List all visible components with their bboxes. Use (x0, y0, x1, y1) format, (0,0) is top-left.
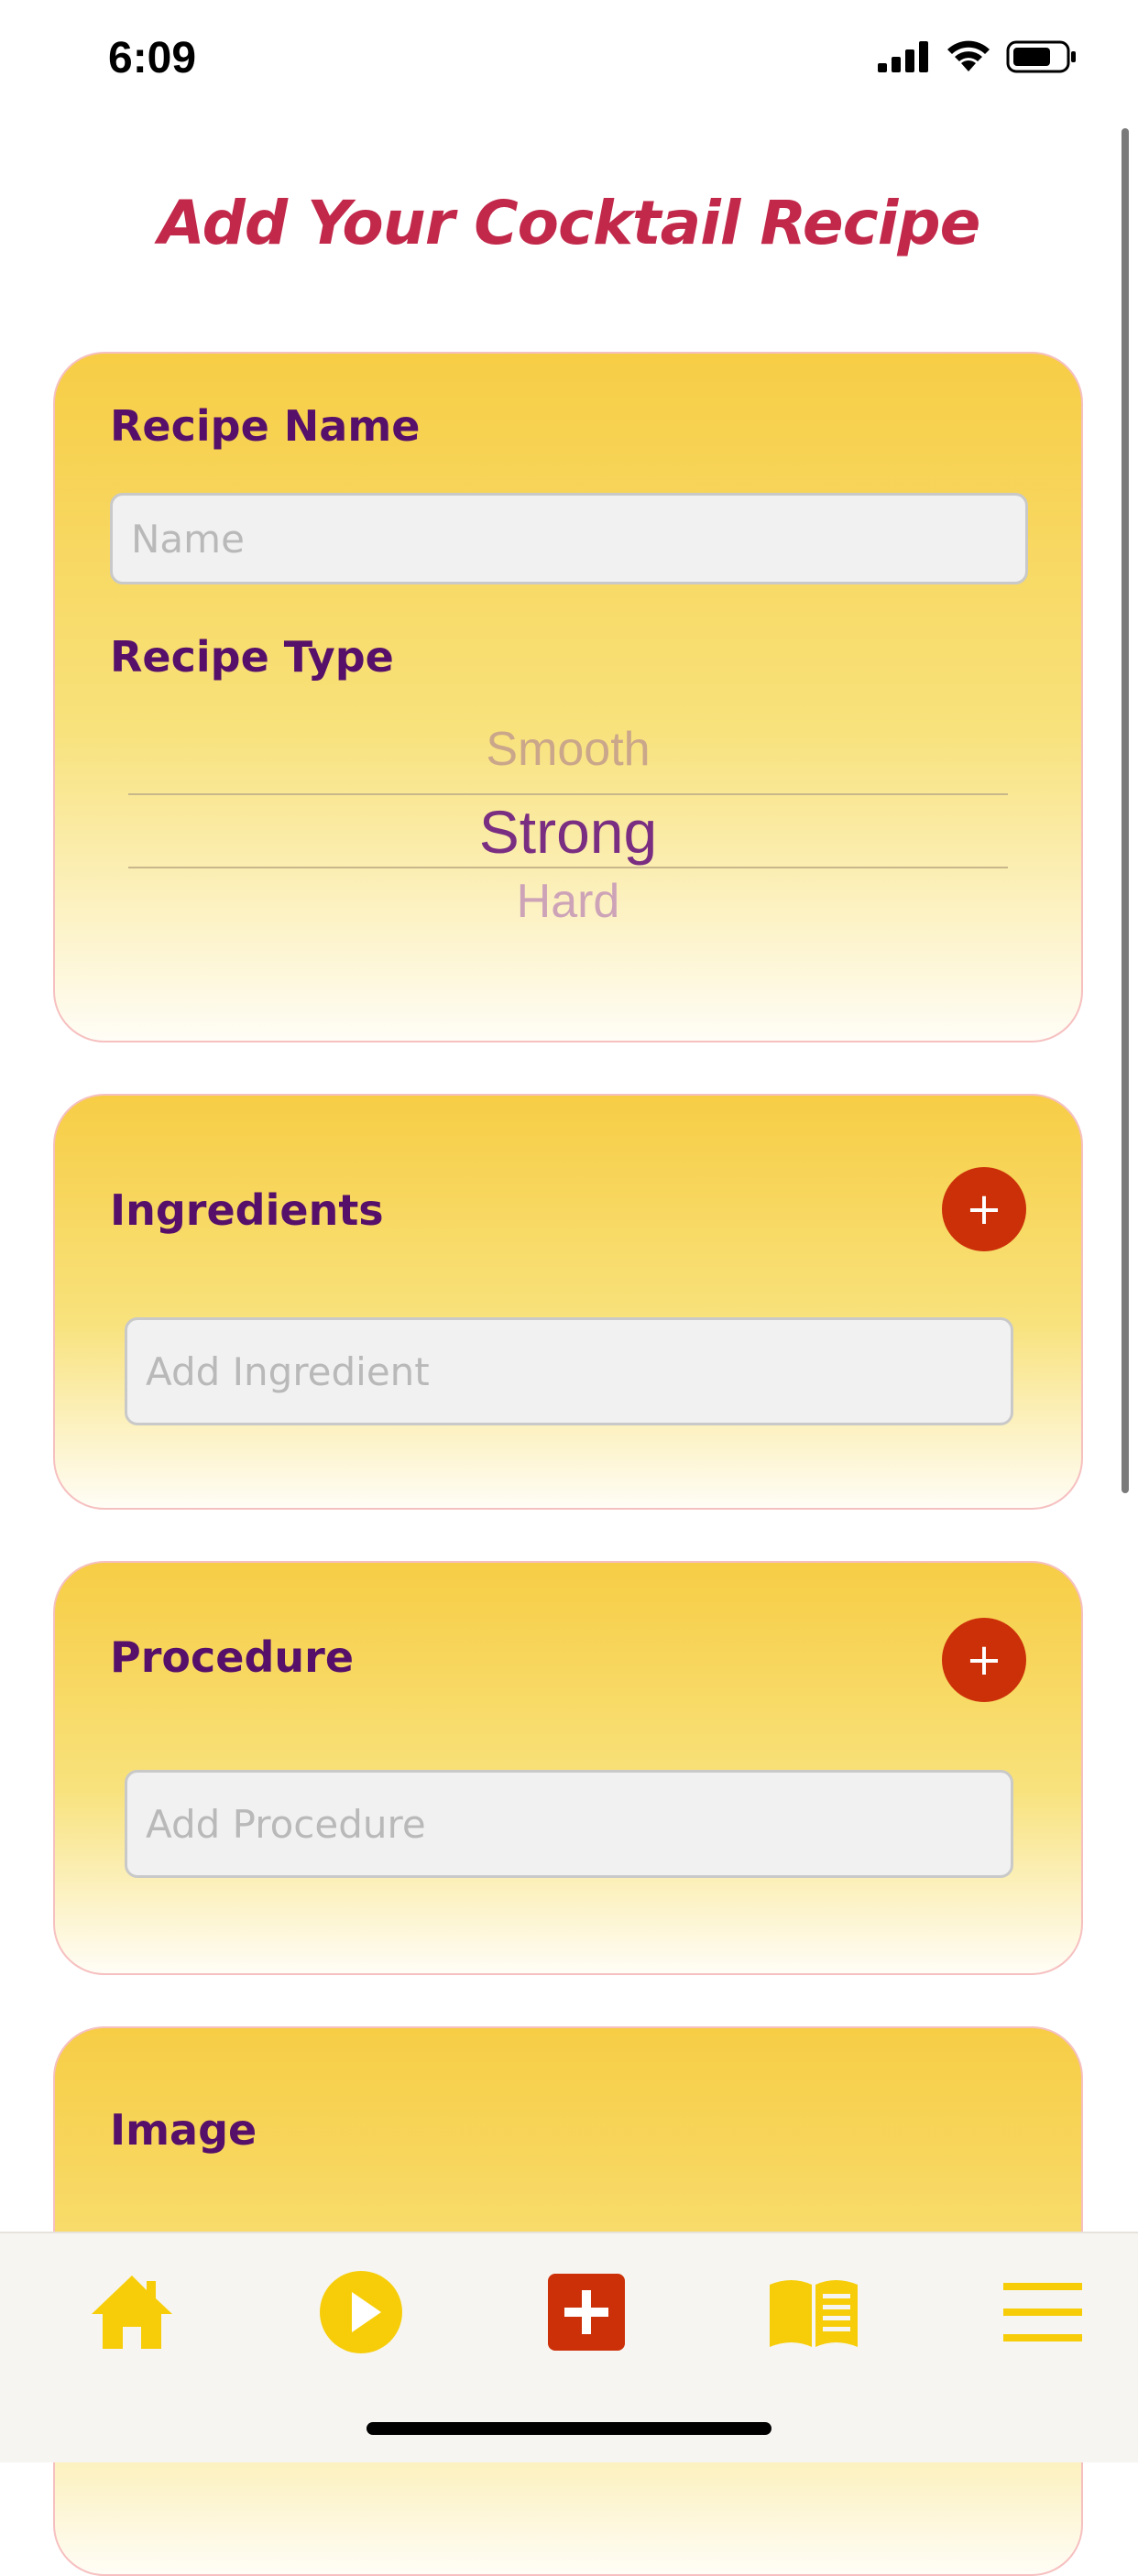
status-bar: 6:09 (0, 0, 1138, 119)
cellular-signal-icon (878, 41, 928, 72)
picker-option-selected[interactable]: Strong (128, 797, 1008, 867)
play-icon (320, 2271, 402, 2353)
add-procedure-button[interactable]: + (942, 1618, 1026, 1702)
recipe-name-input[interactable] (110, 493, 1028, 584)
picker-option-below[interactable]: Hard (128, 874, 1008, 929)
procedure-label: Procedure (110, 1632, 355, 1682)
picker-option-above[interactable]: Smooth (128, 722, 1008, 777)
recipe-name-label: Recipe Name (110, 401, 421, 451)
tab-home[interactable] (86, 2266, 178, 2358)
home-icon (92, 2276, 172, 2349)
menu-icon (1003, 2283, 1082, 2341)
status-time: 6:09 (108, 34, 197, 82)
ingredients-label: Ingredients (110, 1185, 384, 1235)
add-ingredient-button[interactable]: + (942, 1167, 1026, 1251)
picker-bottom-divider (128, 867, 1008, 868)
scrollbar[interactable] (1122, 128, 1129, 1493)
recipe-card: Recipe Name Recipe Type Smooth Strong Ha… (53, 352, 1083, 1042)
add-procedure-input[interactable] (125, 1770, 1013, 1878)
tab-menu[interactable] (997, 2266, 1089, 2358)
image-label: Image (110, 2105, 257, 2155)
page-title: Add Your Cocktail Recipe (158, 188, 981, 258)
book-icon (770, 2280, 858, 2347)
ingredients-card: Ingredients + (53, 1094, 1083, 1510)
recipe-type-label: Recipe Type (110, 632, 394, 682)
tab-play[interactable] (315, 2266, 407, 2358)
battery-icon (1006, 40, 1076, 73)
add-icon (548, 2274, 625, 2351)
picker-top-divider (128, 793, 1008, 795)
tab-add[interactable] (541, 2266, 632, 2358)
add-ingredient-input[interactable] (125, 1317, 1013, 1425)
wifi-icon (947, 40, 990, 71)
home-indicator[interactable] (367, 2422, 771, 2435)
procedure-card: Procedure + (53, 1561, 1083, 1975)
status-icons (878, 40, 1078, 73)
recipe-type-picker[interactable]: Smooth Strong Hard (128, 702, 1008, 940)
tab-book[interactable] (768, 2266, 859, 2358)
